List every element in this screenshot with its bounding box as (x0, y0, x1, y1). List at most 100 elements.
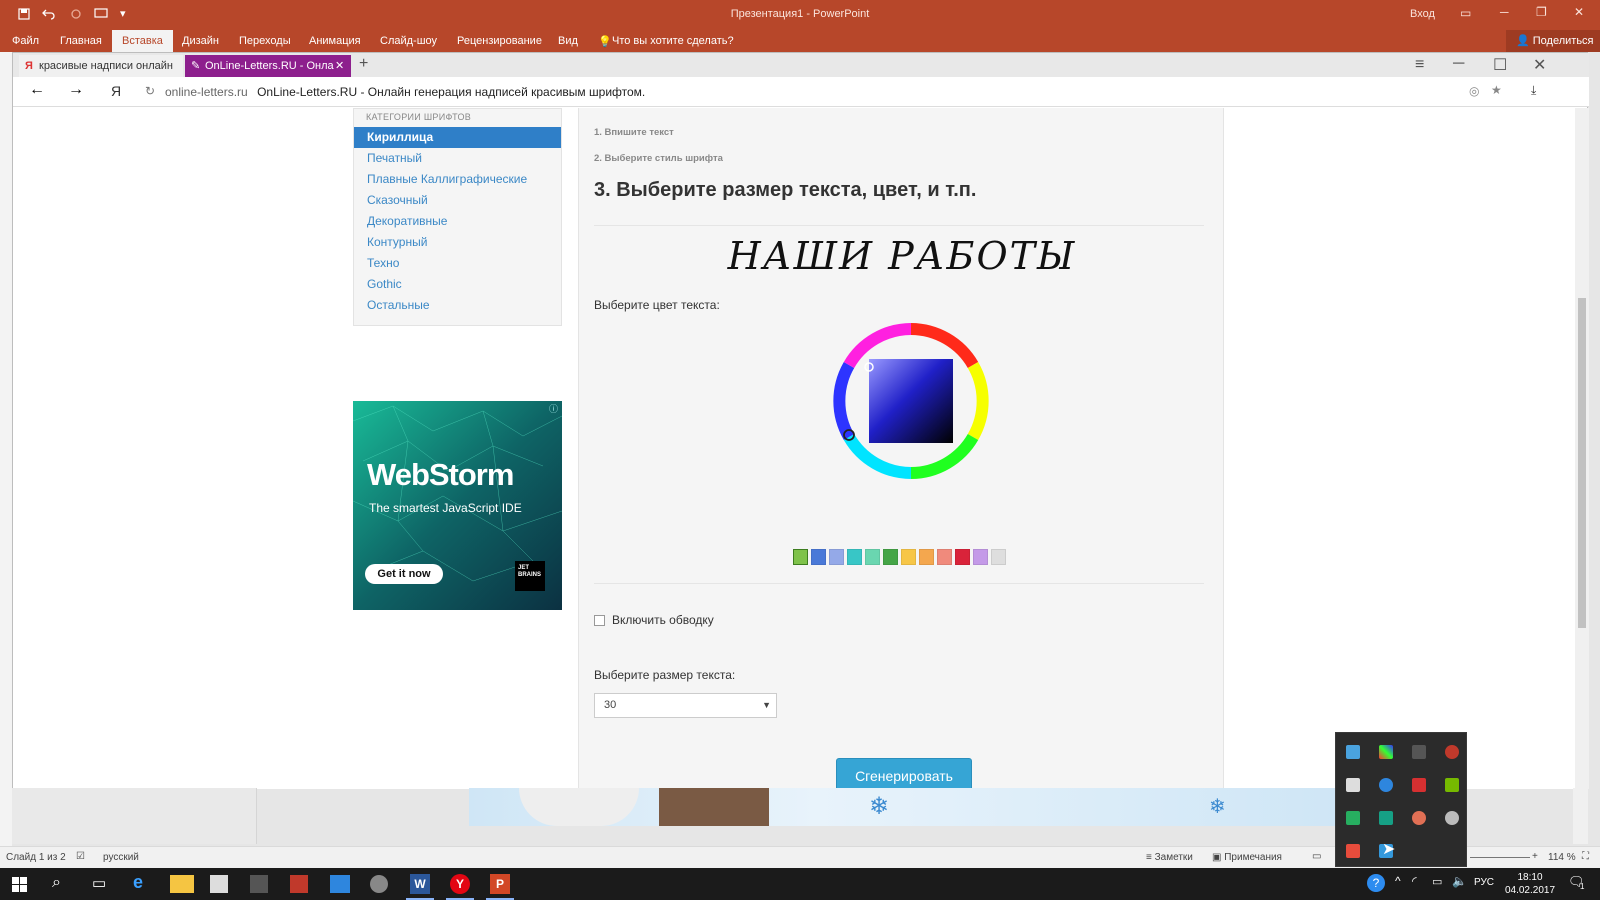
size-select[interactable]: 30 ▼ (594, 693, 777, 718)
comments-button[interactable]: ▣ Примечания (1212, 852, 1282, 863)
ad-get-it-now-button[interactable]: Get it now (365, 564, 443, 584)
zoom-in-icon[interactable]: + (1532, 851, 1538, 862)
yandex-home-icon[interactable]: Я (111, 83, 121, 99)
normal-view-icon[interactable]: ▭ (1312, 851, 1321, 862)
close-icon[interactable]: ✕ (1574, 5, 1584, 19)
tab-transitions[interactable]: Переходы (229, 30, 301, 52)
windows-start-icon[interactable] (12, 877, 27, 892)
color-swatch[interactable] (991, 549, 1006, 565)
browser-menu-icon[interactable]: ≡ (1415, 56, 1424, 74)
reload-icon[interactable]: ↻ (145, 84, 155, 98)
close-tab-icon[interactable]: ✕ (335, 55, 344, 77)
category-fairytale[interactable]: Сказочный (354, 190, 561, 211)
store-icon[interactable] (210, 875, 228, 893)
nvidia-icon[interactable] (1445, 778, 1459, 792)
webstorm-ad[interactable]: WebStorm The smartest JavaScript IDE Get… (353, 401, 562, 610)
yandex-browser-icon[interactable]: Y (450, 874, 470, 894)
tray-app-icon[interactable] (1379, 745, 1393, 759)
color-swatch[interactable] (883, 549, 898, 565)
downloads-icon[interactable]: ⤓ (1531, 83, 1536, 98)
tray-app-icon[interactable] (1346, 778, 1360, 792)
url-field[interactable]: online-letters.ru OnLine-Letters.RU - Он… (165, 85, 1465, 101)
tray-app-icon[interactable] (1412, 811, 1426, 825)
color-swatch[interactable] (901, 549, 916, 565)
tab-home[interactable]: Главная (50, 30, 112, 52)
file-explorer-icon[interactable] (170, 875, 194, 893)
tab-design[interactable]: Дизайн (172, 30, 229, 52)
tab-file[interactable]: Файл (2, 30, 49, 52)
browser-maximize-icon[interactable]: ☐ (1493, 55, 1507, 75)
outline-label[interactable]: Включить обводку (612, 613, 714, 627)
bookmark-star-icon[interactable]: ★ (1491, 83, 1502, 97)
tab-slideshow[interactable]: Слайд-шоу (370, 30, 447, 52)
new-tab-icon[interactable]: + (359, 55, 368, 73)
show-hidden-icons-icon[interactable]: ^ (1395, 874, 1401, 888)
color-swatch[interactable] (937, 549, 952, 565)
tab-animations[interactable]: Анимация (299, 30, 371, 52)
tell-me-input[interactable]: Что вы хотите сделать? (612, 35, 734, 47)
app-icon[interactable] (330, 875, 350, 893)
tray-app-icon[interactable] (1379, 778, 1393, 792)
cloud-icon[interactable] (1445, 811, 1459, 825)
tray-app-icon[interactable] (1346, 811, 1360, 825)
forward-icon[interactable]: → (68, 81, 84, 99)
color-swatch[interactable] (829, 549, 844, 565)
tray-app-icon[interactable] (1346, 844, 1360, 858)
category-decorative[interactable]: Декоративные (354, 211, 561, 232)
category-printed[interactable]: Печатный (354, 148, 561, 169)
category-other[interactable]: Остальные (354, 295, 561, 316)
tray-app-icon[interactable] (1412, 745, 1426, 759)
zoom-level[interactable]: 114 % (1548, 852, 1576, 863)
back-icon[interactable]: ← (29, 81, 45, 99)
category-cyrillic[interactable]: Кириллица (354, 127, 561, 148)
step-1-label[interactable]: 1. Впишите текст (594, 127, 674, 138)
category-calligraphic[interactable]: Плавные Каллиграфические (354, 169, 561, 190)
category-techno[interactable]: Техно (354, 253, 561, 274)
edge-icon[interactable]: e (133, 872, 143, 893)
browser-minimize-icon[interactable]: ─ (1453, 55, 1464, 73)
task-view-icon[interactable]: ▭ (92, 874, 106, 892)
color-swatch[interactable] (973, 549, 988, 565)
scrollbar-thumb[interactable] (1578, 298, 1586, 628)
battery-icon[interactable]: ▭ (1432, 875, 1442, 888)
app-icon[interactable] (250, 875, 268, 893)
color-swatch[interactable] (811, 549, 826, 565)
search-icon[interactable]: ⌕ (52, 874, 61, 892)
browser-close-icon[interactable]: ✕ (1533, 55, 1546, 75)
word-icon[interactable]: W (410, 874, 430, 894)
tab-review[interactable]: Рецензирование (447, 30, 552, 52)
browser-tab-1[interactable]: Я красивые надписи онлайн (19, 55, 183, 77)
step-2-label[interactable]: 2. Выберите стиль шрифта (594, 153, 723, 164)
spellcheck-icon[interactable]: ☑ (76, 851, 85, 862)
outline-checkbox[interactable] (594, 615, 605, 626)
browser-tab-2[interactable]: ✎ OnLine-Letters.RU - Онла ✕ (185, 55, 351, 77)
tray-app-icon[interactable] (1412, 778, 1426, 792)
ribbon-display-icon[interactable]: ▭ (1460, 6, 1471, 20)
help-icon[interactable]: ? (1367, 874, 1385, 892)
app-icon[interactable] (290, 875, 308, 893)
clock[interactable]: 18:10 04.02.2017 (1504, 871, 1556, 897)
color-swatch[interactable] (955, 549, 970, 565)
powerpoint-icon[interactable]: P (490, 874, 510, 894)
settings-icon[interactable] (370, 875, 388, 893)
color-swatch[interactable] (847, 549, 862, 565)
input-language[interactable]: РУС (1474, 877, 1494, 888)
tab-insert[interactable]: Вставка (112, 30, 173, 52)
language-indicator[interactable]: русский (103, 852, 139, 863)
minimize-icon[interactable]: ─ (1500, 5, 1509, 19)
share-button[interactable]: 👤 Поделиться (1506, 30, 1600, 52)
ad-info-icon[interactable]: ⓘ (549, 402, 558, 415)
saturation-square[interactable] (869, 359, 953, 443)
generate-button[interactable]: Сгенерировать (836, 758, 972, 789)
restore-icon[interactable]: ❐ (1536, 5, 1547, 19)
notes-button[interactable]: ≡ Заметки (1146, 852, 1193, 863)
tray-app-icon[interactable] (1445, 745, 1459, 759)
protect-icon[interactable]: ◎ (1469, 84, 1479, 98)
color-swatch[interactable] (865, 549, 880, 565)
category-gothic[interactable]: Gothic (354, 274, 561, 295)
slide-scrollbar[interactable] (1573, 788, 1588, 844)
fit-slide-icon[interactable]: ⛶ (1582, 851, 1589, 862)
color-swatch[interactable] (919, 549, 934, 565)
page-scrollbar[interactable] (1575, 108, 1589, 789)
tab-view[interactable]: Вид (548, 30, 588, 52)
